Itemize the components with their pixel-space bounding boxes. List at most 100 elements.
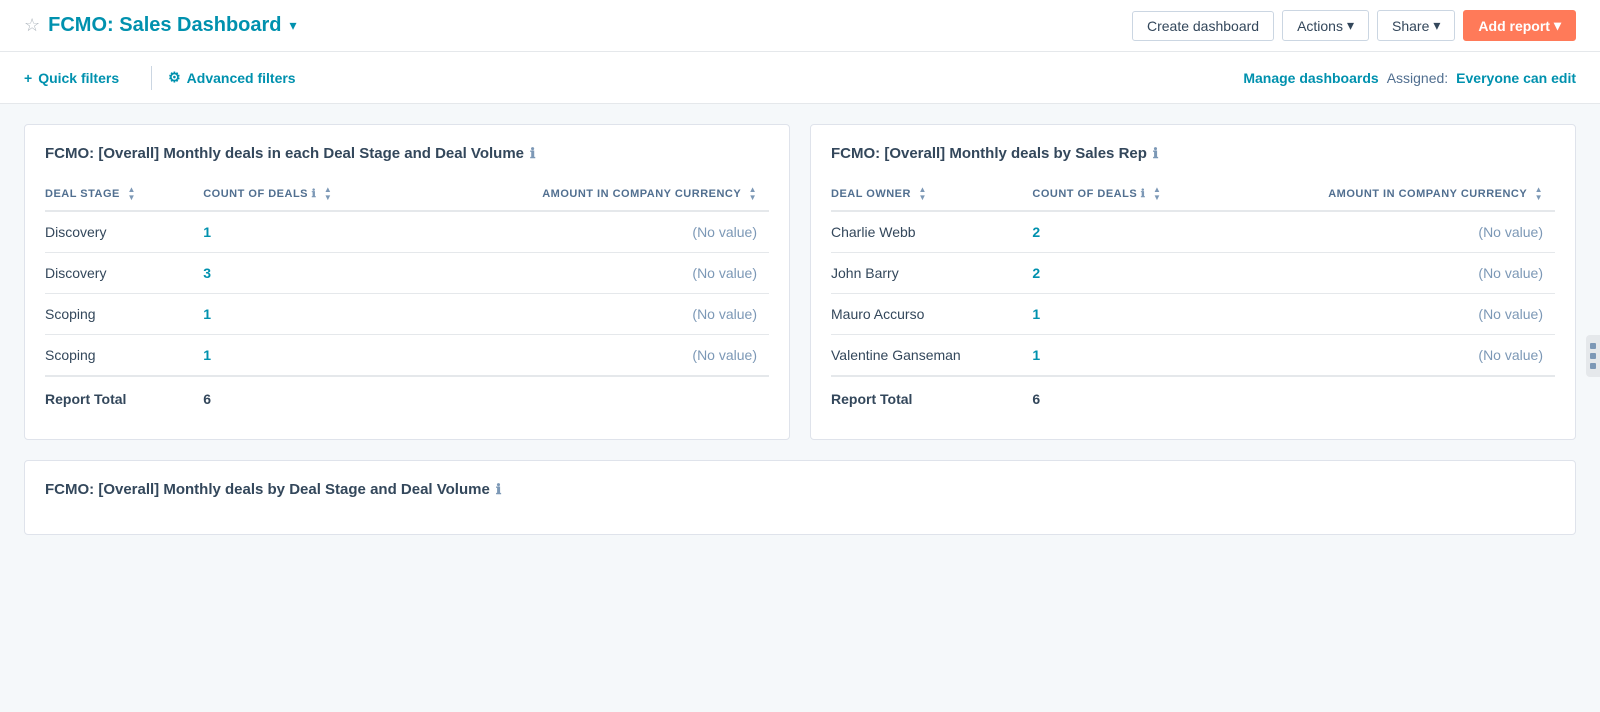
report-title-2: FCMO: [Overall] Monthly deals by Sales R…	[831, 145, 1555, 162]
sort-icon-deal-stage[interactable]: ▲▼	[127, 186, 135, 202]
deal-owner-cell: Mauro Accurso	[831, 294, 1032, 335]
scroll-dot-1	[1590, 343, 1596, 349]
col-info-icon-1[interactable]: ℹ	[312, 188, 317, 200]
manage-dashboards-link[interactable]: Manage dashboards	[1243, 70, 1378, 86]
col-deal-stage: DEAL STAGE ▲▼	[45, 178, 203, 211]
deal-stage-cell: Scoping	[45, 294, 203, 335]
amount-cell: (No value)	[1233, 211, 1555, 253]
add-report-label: Add report	[1478, 18, 1550, 34]
count-cell[interactable]: 3	[203, 253, 420, 294]
col-amount-1: AMOUNT IN COMPANY CURRENCY ▲▼	[420, 178, 769, 211]
main-content: FCMO: [Overall] Monthly deals in each De…	[0, 104, 1600, 460]
filter-bar: + Quick filters ⚙ Advanced filters Manag…	[0, 52, 1600, 104]
scroll-hint	[1586, 335, 1600, 377]
table-row: Scoping 1 (No value)	[45, 335, 769, 377]
info-icon-2[interactable]: ℹ	[1153, 145, 1158, 162]
total-row: Report Total 6	[45, 376, 769, 419]
deal-stage-cell: Discovery	[45, 211, 203, 253]
table-row: John Barry 2 (No value)	[831, 253, 1555, 294]
actions-button[interactable]: Actions ▾	[1282, 10, 1369, 41]
amount-cell: (No value)	[420, 211, 769, 253]
col-count-deals-1: COUNT OF DEALS ℹ ▲▼	[203, 178, 420, 211]
table-row: Discovery 1 (No value)	[45, 211, 769, 253]
amount-cell: (No value)	[1233, 253, 1555, 294]
quick-filters-button[interactable]: + Quick filters	[24, 70, 135, 86]
sort-icon-amount-2[interactable]: ▲▼	[1535, 186, 1543, 202]
total-amount	[420, 376, 769, 419]
col-info-icon-2[interactable]: ℹ	[1141, 188, 1146, 200]
report-card-2: FCMO: [Overall] Monthly deals by Sales R…	[810, 124, 1576, 440]
deal-stage-cell: Discovery	[45, 253, 203, 294]
count-cell[interactable]: 1	[203, 211, 420, 253]
info-icon-3[interactable]: ℹ	[496, 481, 501, 498]
sort-icon-count-1[interactable]: ▲▼	[324, 186, 332, 202]
table-header-row-1: DEAL STAGE ▲▼ COUNT OF DEALS ℹ ▲▼ AMOUNT…	[45, 178, 769, 211]
header-left: ☆ FCMO: Sales Dashboard ▾	[24, 14, 297, 37]
star-icon[interactable]: ☆	[24, 15, 40, 36]
dashboard-title[interactable]: FCMO: Sales Dashboard	[48, 14, 281, 37]
table-row: Valentine Ganseman 1 (No value)	[831, 335, 1555, 377]
total-count: 6	[203, 376, 420, 419]
share-button[interactable]: Share ▾	[1377, 10, 1455, 41]
report-table-1: DEAL STAGE ▲▼ COUNT OF DEALS ℹ ▲▼ AMOUNT…	[45, 178, 769, 419]
count-cell[interactable]: 1	[203, 294, 420, 335]
col-count-deals-2: COUNT OF DEALS ℹ ▲▼	[1032, 178, 1232, 211]
deal-owner-cell: John Barry	[831, 253, 1032, 294]
table-row: Mauro Accurso 1 (No value)	[831, 294, 1555, 335]
report-title-3: FCMO: [Overall] Monthly deals by Deal St…	[45, 481, 1555, 498]
report-card-1: FCMO: [Overall] Monthly deals in each De…	[24, 124, 790, 440]
amount-cell: (No value)	[1233, 294, 1555, 335]
total-label: Report Total	[45, 376, 203, 419]
table-row: Discovery 3 (No value)	[45, 253, 769, 294]
filter-divider	[151, 66, 152, 90]
header-right: Create dashboard Actions ▾ Share ▾ Add r…	[1132, 10, 1576, 41]
add-report-chevron-icon: ▾	[1554, 17, 1561, 34]
total-count: 6	[1032, 376, 1232, 419]
count-cell[interactable]: 1	[1032, 335, 1232, 377]
count-cell[interactable]: 2	[1032, 211, 1232, 253]
deal-owner-cell: Charlie Webb	[831, 211, 1032, 253]
amount-cell: (No value)	[420, 294, 769, 335]
advanced-filters-button[interactable]: ⚙ Advanced filters	[168, 69, 312, 86]
table-row: Scoping 1 (No value)	[45, 294, 769, 335]
add-report-button[interactable]: Add report ▾	[1463, 10, 1576, 41]
share-label: Share	[1392, 18, 1429, 34]
filter-bar-left: + Quick filters ⚙ Advanced filters	[24, 66, 312, 90]
quick-filters-label: Quick filters	[38, 70, 119, 86]
actions-label: Actions	[1297, 18, 1343, 34]
table-header-row-2: DEAL OWNER ▲▼ COUNT OF DEALS ℹ ▲▼ AMOUNT…	[831, 178, 1555, 211]
assigned-value[interactable]: Everyone can edit	[1456, 70, 1576, 86]
report-title-1: FCMO: [Overall] Monthly deals in each De…	[45, 145, 769, 162]
amount-cell: (No value)	[420, 335, 769, 377]
info-icon-1[interactable]: ℹ	[530, 145, 535, 162]
deal-owner-cell: Valentine Ganseman	[831, 335, 1032, 377]
amount-cell: (No value)	[1233, 335, 1555, 377]
count-cell[interactable]: 1	[203, 335, 420, 377]
report-table-2: DEAL OWNER ▲▼ COUNT OF DEALS ℹ ▲▼ AMOUNT…	[831, 178, 1555, 419]
assigned-label: Assigned:	[1387, 70, 1448, 86]
total-row: Report Total 6	[831, 376, 1555, 419]
total-label: Report Total	[831, 376, 1032, 419]
chevron-down-icon[interactable]: ▾	[290, 17, 297, 34]
advanced-filters-label: Advanced filters	[187, 70, 296, 86]
col-amount-2: AMOUNT IN COMPANY CURRENCY ▲▼	[1233, 178, 1555, 211]
count-cell[interactable]: 1	[1032, 294, 1232, 335]
bottom-card: FCMO: [Overall] Monthly deals by Deal St…	[24, 460, 1576, 535]
sort-icon-deal-owner[interactable]: ▲▼	[919, 186, 927, 202]
sort-icon-count-2[interactable]: ▲▼	[1153, 186, 1161, 202]
filter-bar-right: Manage dashboards Assigned: Everyone can…	[1243, 70, 1576, 86]
count-cell[interactable]: 2	[1032, 253, 1232, 294]
table-row: Charlie Webb 2 (No value)	[831, 211, 1555, 253]
deal-stage-cell: Scoping	[45, 335, 203, 377]
plus-icon: +	[24, 70, 32, 86]
create-dashboard-button[interactable]: Create dashboard	[1132, 11, 1274, 41]
col-deal-owner: DEAL OWNER ▲▼	[831, 178, 1032, 211]
share-chevron-icon: ▾	[1433, 17, 1440, 34]
sort-icon-amount-1[interactable]: ▲▼	[749, 186, 757, 202]
actions-chevron-icon: ▾	[1347, 17, 1354, 34]
header: ☆ FCMO: Sales Dashboard ▾ Create dashboa…	[0, 0, 1600, 52]
total-amount	[1233, 376, 1555, 419]
amount-cell: (No value)	[420, 253, 769, 294]
filter-icon: ⚙	[168, 69, 181, 86]
scroll-dot-3	[1590, 363, 1596, 369]
